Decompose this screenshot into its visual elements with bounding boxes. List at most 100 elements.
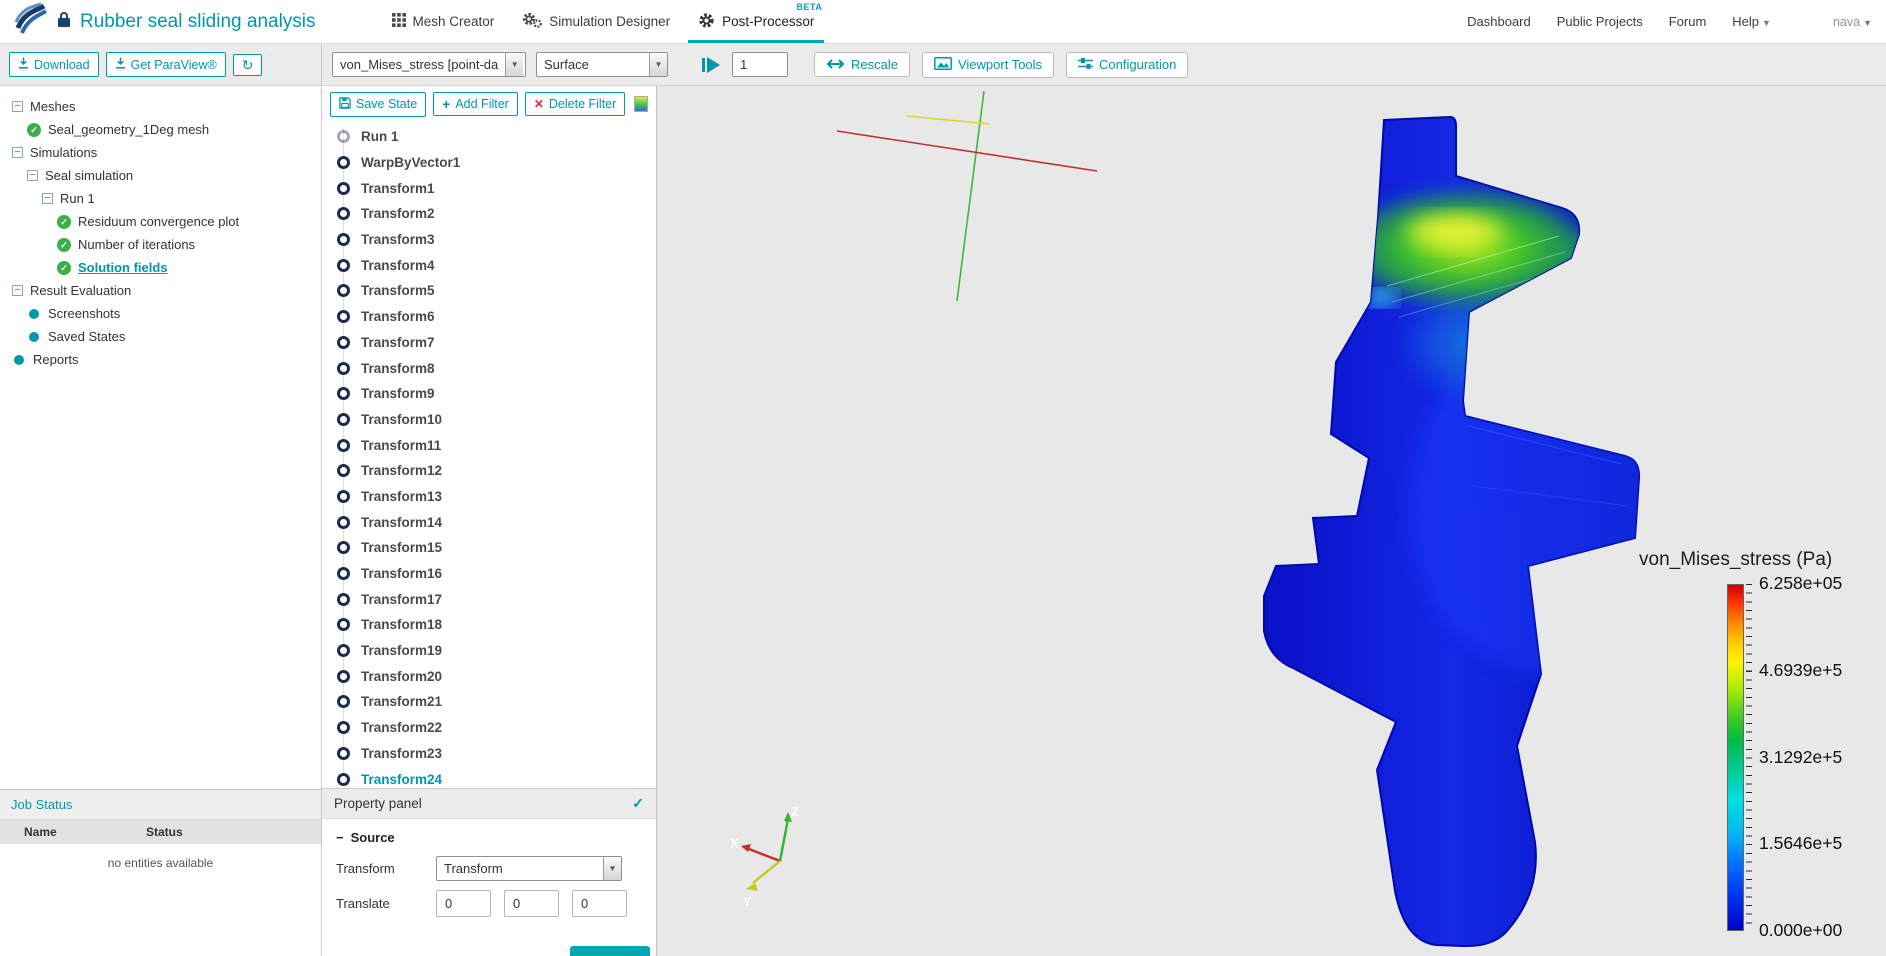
field-select[interactable]: von_Mises_stress [point-da ▼ xyxy=(332,52,526,77)
visibility-icon[interactable] xyxy=(337,721,350,735)
visibility-icon[interactable] xyxy=(337,412,350,426)
pipeline-item-transform10[interactable]: Transform10 xyxy=(322,407,656,433)
visibility-icon[interactable] xyxy=(337,438,350,452)
collapse-icon[interactable]: − xyxy=(12,147,23,158)
pipeline-item-transform3[interactable]: Transform3 xyxy=(322,227,656,253)
pipeline-item-transform11[interactable]: Transform11 xyxy=(322,432,656,458)
visibility-icon[interactable] xyxy=(337,746,350,760)
pipeline-item-transform14[interactable]: Transform14 xyxy=(322,509,656,535)
tree-item-run-1[interactable]: − Run 1 xyxy=(0,187,321,210)
collapse-icon[interactable]: − xyxy=(27,170,38,181)
pipeline-item-transform17[interactable]: Transform17 xyxy=(322,586,656,612)
configuration-button[interactable]: Configuration xyxy=(1066,51,1189,78)
pipeline-item-transform12[interactable]: Transform12 xyxy=(322,458,656,484)
translate-x-input[interactable] xyxy=(436,890,491,917)
get-paraview-button[interactable]: Get ParaView® xyxy=(105,52,226,77)
visibility-icon[interactable] xyxy=(337,207,350,221)
colormap-icon[interactable] xyxy=(634,96,648,112)
pipeline-item-transform4[interactable]: Transform4 xyxy=(322,252,656,278)
visibility-icon[interactable] xyxy=(337,669,350,683)
visibility-icon[interactable] xyxy=(337,130,350,144)
tree-item-meshes[interactable]: − Meshes xyxy=(0,95,321,118)
visibility-icon[interactable] xyxy=(337,541,350,555)
nav-simulation-designer[interactable]: Simulation Designer xyxy=(508,0,684,43)
frame-input[interactable] xyxy=(732,52,788,77)
tree-item-reports[interactable]: Reports xyxy=(0,348,321,371)
tree-item-screenshots[interactable]: Screenshots xyxy=(0,302,321,325)
pipeline-item-transform9[interactable]: Transform9 xyxy=(322,381,656,407)
visibility-icon[interactable] xyxy=(337,618,350,632)
visibility-icon[interactable] xyxy=(337,361,350,375)
visibility-icon[interactable] xyxy=(337,567,350,581)
tree-item-residuum-convergence-plot[interactable]: ✓ Residuum convergence plot xyxy=(0,210,321,233)
link-dashboard[interactable]: Dashboard xyxy=(1467,14,1531,29)
pipeline-item-transform7[interactable]: Transform7 xyxy=(322,330,656,356)
pipeline-item-run-1[interactable]: Run 1 xyxy=(322,124,656,150)
visibility-icon[interactable] xyxy=(337,387,350,401)
download-button[interactable]: Download xyxy=(9,52,99,77)
translate-z-input[interactable] xyxy=(572,890,627,917)
visibility-icon[interactable] xyxy=(337,515,350,529)
pipeline-item-transform2[interactable]: Transform2 xyxy=(322,201,656,227)
pipeline-item-transform24[interactable]: Transform24 xyxy=(322,766,656,788)
pipeline-item-transform1[interactable]: Transform1 xyxy=(322,175,656,201)
pipeline-item-transform15[interactable]: Transform15 xyxy=(322,535,656,561)
app-window: Rubber seal sliding analysis Mesh Creato… xyxy=(0,0,1886,956)
transform-select[interactable]: Transform ▼ xyxy=(436,856,622,881)
pipeline-item-warpbyvector1[interactable]: WarpByVector1 xyxy=(322,150,656,176)
save-state-button[interactable]: Save State xyxy=(330,91,427,117)
user-menu[interactable]: nava ▼ xyxy=(1833,15,1872,29)
link-public-projects[interactable]: Public Projects xyxy=(1557,14,1643,29)
tree-item-solution-fields[interactable]: ✓ Solution fields xyxy=(0,256,321,279)
visibility-icon[interactable] xyxy=(337,181,350,195)
help-menu[interactable]: Help ▼ xyxy=(1732,14,1771,29)
pipeline-item-transform20[interactable]: Transform20 xyxy=(322,663,656,689)
tree-item-saved-states[interactable]: Saved States xyxy=(0,325,321,348)
tree-item-result-evaluation[interactable]: − Result Evaluation xyxy=(0,279,321,302)
visibility-icon[interactable] xyxy=(337,772,350,786)
pipeline-item-transform16[interactable]: Transform16 xyxy=(322,561,656,587)
tree-item-seal-geometry-1deg-mesh[interactable]: ✓ Seal_geometry_1Deg mesh xyxy=(0,118,321,141)
pipeline-item-transform18[interactable]: Transform18 xyxy=(322,612,656,638)
visibility-icon[interactable] xyxy=(337,464,350,478)
collapse-icon[interactable]: − xyxy=(42,193,53,204)
check-icon[interactable]: ✓ xyxy=(632,795,644,812)
viewport-tools-button[interactable]: Viewport Tools xyxy=(921,51,1055,78)
collapse-icon[interactable]: − xyxy=(12,101,23,112)
collapse-icon[interactable]: − xyxy=(12,285,23,296)
tree-item-seal-simulation[interactable]: − Seal simulation xyxy=(0,164,321,187)
pipeline-item-transform22[interactable]: Transform22 xyxy=(322,715,656,741)
visibility-icon[interactable] xyxy=(337,284,350,298)
play-button[interactable] xyxy=(702,56,720,73)
translate-y-input[interactable] xyxy=(504,890,559,917)
visibility-icon[interactable] xyxy=(337,489,350,503)
pipeline-item-transform5[interactable]: Transform5 xyxy=(322,278,656,304)
pipeline-item-transform19[interactable]: Transform19 xyxy=(322,638,656,664)
visibility-icon[interactable] xyxy=(337,695,350,709)
add-filter-button[interactable]: + Add Filter xyxy=(433,92,518,116)
visibility-icon[interactable] xyxy=(337,156,350,170)
visibility-icon[interactable] xyxy=(337,310,350,324)
link-forum[interactable]: Forum xyxy=(1669,14,1707,29)
representation-select[interactable]: Surface ▼ xyxy=(536,52,668,77)
pipeline-item-transform23[interactable]: Transform23 xyxy=(322,741,656,767)
visibility-icon[interactable] xyxy=(337,592,350,606)
pipeline-item-transform6[interactable]: Transform6 xyxy=(322,304,656,330)
rescale-button[interactable]: Rescale xyxy=(814,52,910,77)
visibility-icon[interactable] xyxy=(337,258,350,272)
pipeline-item-transform13[interactable]: Transform13 xyxy=(322,484,656,510)
nav-post-processor[interactable]: BETA Post-Processor xyxy=(684,0,828,43)
delete-filter-button[interactable]: ✕ Delete Filter xyxy=(524,92,626,116)
source-section-header[interactable]: − Source xyxy=(322,819,656,847)
tree-item-number-of-iterations[interactable]: ✓ Number of iterations xyxy=(0,233,321,256)
pipeline-item-transform8[interactable]: Transform8 xyxy=(322,355,656,381)
refresh-button[interactable]: ↻ xyxy=(232,53,263,76)
render-viewport[interactable]: Z X Y von_Mises_stress (Pa) 6.258e+05 4.… xyxy=(657,86,1886,956)
apply-button[interactable] xyxy=(570,946,650,956)
nav-mesh-creator[interactable]: Mesh Creator xyxy=(378,0,509,43)
visibility-icon[interactable] xyxy=(337,233,350,247)
pipeline-item-transform21[interactable]: Transform21 xyxy=(322,689,656,715)
tree-item-simulations[interactable]: − Simulations xyxy=(0,141,321,164)
visibility-icon[interactable] xyxy=(337,644,350,658)
visibility-icon[interactable] xyxy=(337,335,350,349)
